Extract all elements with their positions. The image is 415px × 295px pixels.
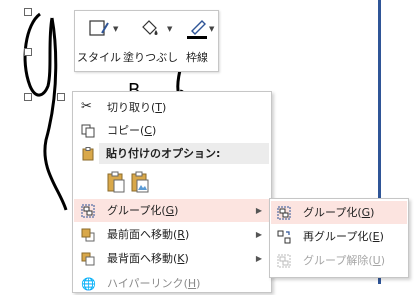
context-menu: ✂ 切り取り(T) コピー(C) 貼り付けのオプション: グループ化(G) ▶ … — [72, 91, 272, 293]
submenu-item-group[interactable]: グループ化(G) — [271, 201, 407, 224]
submenu-item-ungroup[interactable]: グループ解除(U) — [271, 249, 407, 272]
selection-handle[interactable] — [57, 93, 65, 101]
menu-item-cut[interactable]: ✂ 切り取り(T) — [74, 96, 270, 119]
bring-to-front-icon — [81, 228, 95, 242]
outline-label: 枠線 — [186, 51, 208, 64]
cut-shortcut: T — [155, 101, 163, 114]
fill-label: 塗りつぶし — [123, 51, 179, 64]
submenu-arrow-icon: ▶ — [255, 254, 262, 263]
scissors-icon: ✂ — [81, 99, 92, 114]
sub-group-shortcut: G — [361, 206, 371, 219]
selection-handle[interactable] — [24, 93, 32, 101]
copy-shortcut: C — [144, 124, 152, 137]
regroup-icon — [277, 230, 291, 244]
paint-bucket-icon — [142, 20, 158, 35]
chevron-down-icon: ▼ — [113, 25, 119, 33]
paste-keep-format-icon[interactable] — [107, 171, 125, 193]
cut-label: 切り取り — [107, 101, 151, 114]
style-label: スタイル — [77, 51, 121, 64]
sub-group-label: グループ化 — [303, 206, 358, 219]
ungroup-label: グループ解除 — [303, 254, 369, 267]
ungroup-icon — [277, 254, 291, 268]
send-back-shortcut: K — [177, 252, 185, 265]
group-shortcut: G — [165, 204, 175, 217]
style-button[interactable]: ▼ スタイル — [77, 11, 121, 71]
submenu-arrow-icon: ▶ — [255, 206, 262, 215]
outline-button[interactable]: ▼ 枠線 — [177, 11, 217, 71]
bring-front-label: 最前面へ移動 — [107, 228, 173, 241]
group-icon — [277, 206, 291, 220]
send-back-label: 最背面へ移動 — [107, 252, 173, 265]
menu-item-send-back[interactable]: 最背面へ移動(K) ▶ — [74, 247, 270, 270]
submenu-arrow-icon: ▶ — [255, 230, 262, 239]
submenu-item-regroup[interactable]: 再グループ化(E) — [271, 225, 407, 248]
chevron-down-icon: ▼ — [167, 25, 173, 33]
group-label: グループ化 — [107, 204, 162, 217]
ungroup-shortcut: U — [372, 254, 381, 267]
globe-icon: 🌐 — [81, 277, 96, 291]
paste-options-header: 貼り付けのオプション: — [99, 143, 269, 164]
pen-icon — [187, 20, 207, 39]
selection-handle[interactable] — [24, 8, 32, 16]
chevron-down-icon: ▼ — [209, 25, 215, 33]
style-icon — [89, 20, 109, 36]
menu-item-copy[interactable]: コピー(C) — [74, 119, 270, 142]
send-to-back-icon — [81, 252, 95, 266]
paste-options-label: 貼り付けのオプション: — [106, 147, 221, 160]
paste-picture-icon[interactable] — [131, 171, 149, 193]
regroup-shortcut: E — [372, 230, 380, 243]
clipboard-icon — [82, 147, 94, 161]
menu-item-group[interactable]: グループ化(G) ▶ — [74, 199, 270, 222]
copy-icon — [81, 124, 95, 138]
selection-handle[interactable] — [24, 48, 32, 56]
bring-front-shortcut: R — [177, 228, 185, 241]
group-icon — [81, 204, 95, 218]
menu-item-bring-front[interactable]: 最前面へ移動(R) ▶ — [74, 223, 270, 246]
group-submenu: グループ化(G) 再グループ化(E) グループ解除(U) — [269, 198, 409, 278]
copy-label: コピー — [107, 124, 140, 137]
fill-button[interactable]: ▼ 塗りつぶし — [123, 11, 179, 71]
mini-toolbar: ▼ スタイル ▼ 塗りつぶし ▼ 枠線 — [74, 10, 219, 72]
regroup-label: 再グループ化 — [303, 230, 369, 243]
